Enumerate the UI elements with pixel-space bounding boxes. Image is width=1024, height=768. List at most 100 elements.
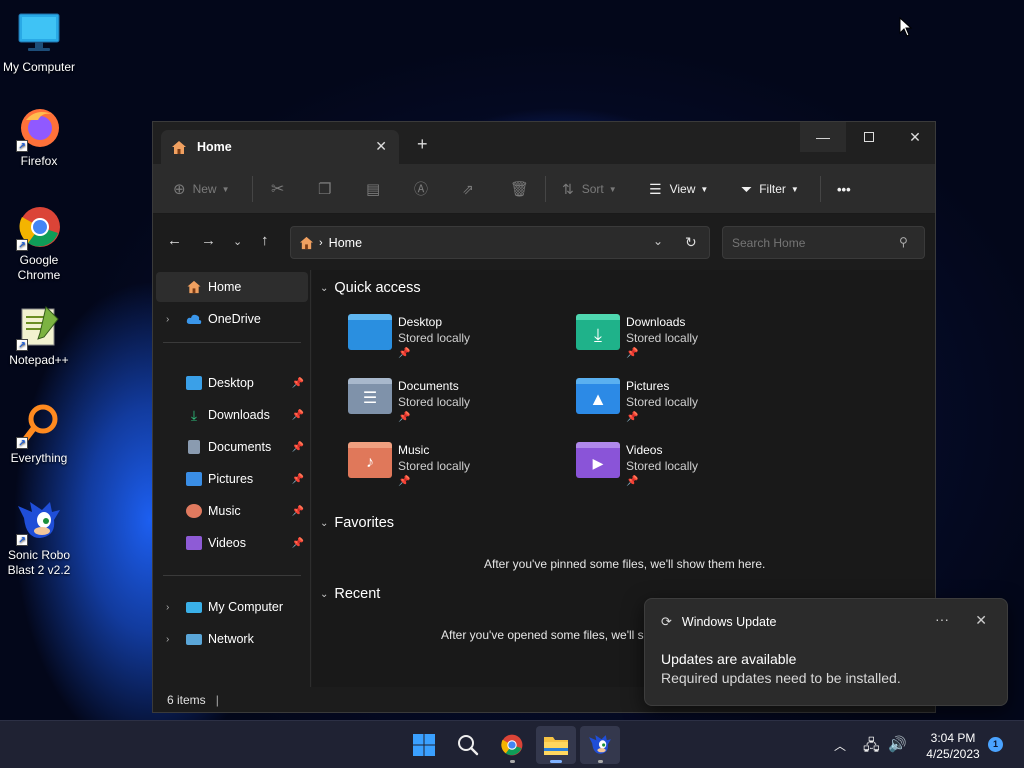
desktop-icon-chrome[interactable]: ↗ Google Chrome: [0, 203, 78, 283]
sidebar-item-label: Network: [208, 632, 254, 646]
minimize-button[interactable]: —: [800, 122, 846, 152]
share-icon: ⇗: [462, 180, 474, 197]
sidebar-item-onedrive[interactable]: › OneDrive: [156, 304, 308, 334]
delete-button[interactable]: 🗑: [510, 179, 529, 199]
pictures-folder-icon: ▲: [576, 378, 620, 414]
search-input[interactable]: [732, 235, 892, 250]
start-button[interactable]: [404, 726, 444, 764]
pin-icon[interactable]: 📌: [292, 410, 304, 421]
paste-button[interactable]: ▤: [366, 179, 380, 199]
sidebar-item-my-computer[interactable]: › My Computer: [156, 592, 308, 622]
refresh-button[interactable]: ↻: [685, 234, 697, 251]
music-icon: [186, 504, 202, 518]
back-button[interactable]: ←: [167, 232, 182, 249]
favorites-header[interactable]: ⌄ Favorites: [320, 515, 394, 531]
sidebar-item-label: Documents: [208, 440, 272, 454]
sidebar-item-downloads[interactable]: ⤓ Downloads 📌: [156, 400, 308, 430]
address-bar[interactable]: › Home ⌄ ↻: [290, 226, 710, 259]
quick-access-item-pictures[interactable]: ▲ Pictures Stored locally 📌: [576, 378, 698, 426]
search-icon: ⚲: [899, 235, 908, 249]
active-indicator: [550, 760, 562, 763]
pin-icon[interactable]: 📌: [292, 378, 304, 389]
desktop-icon-firefox[interactable]: ↗ Firefox: [0, 104, 78, 169]
windows-update-notification[interactable]: ⟳ Windows Update ··· ✕ Updates are avail…: [644, 598, 1008, 706]
pin-icon[interactable]: 📌: [292, 506, 304, 517]
quick-access-header[interactable]: ⌄ Quick access: [320, 280, 421, 296]
sidebar-item-music[interactable]: Music 📌: [156, 496, 308, 526]
search-button[interactable]: [448, 726, 488, 764]
pin-icon[interactable]: 📌: [292, 538, 304, 549]
notification-center-badge[interactable]: 1: [988, 737, 1003, 752]
filter-button[interactable]: ⏷ Filter ▼: [741, 179, 799, 199]
chevron-right-icon[interactable]: ›: [166, 602, 169, 613]
address-history-button[interactable]: ⌄: [653, 234, 663, 248]
sidebar-item-pictures[interactable]: Pictures 📌: [156, 464, 308, 494]
desktop-icon-notepadpp[interactable]: ↗ Notepad++: [0, 303, 78, 368]
sidebar-item-videos[interactable]: Videos 📌: [156, 528, 308, 558]
sidebar-item-label: Home: [208, 280, 242, 294]
item-count: 6 items: [167, 692, 206, 707]
share-button[interactable]: ⇗: [462, 179, 474, 199]
show-hidden-icons-button[interactable]: ︿: [834, 737, 846, 754]
breadcrumb-home[interactable]: Home: [329, 236, 362, 250]
more-options-button[interactable]: •••: [837, 179, 851, 199]
desktop-icon-sonic[interactable]: ↗ Sonic Robo Blast 2 v2.2: [0, 498, 78, 578]
tab-home[interactable]: Home ✕: [161, 130, 399, 164]
new-tab-button[interactable]: +: [417, 134, 428, 155]
quick-access-item-music[interactable]: ♪ Music Stored locally 📌: [348, 442, 470, 490]
cut-button[interactable]: ✂: [271, 179, 284, 199]
quick-access-item-documents[interactable]: ☰ Documents Stored locally 📌: [348, 378, 470, 426]
chevron-down-icon: ▼: [221, 184, 230, 194]
plus-circle-icon: ⊕: [173, 181, 186, 198]
taskbar-file-explorer[interactable]: [536, 726, 576, 764]
arrow-right-icon: →: [201, 232, 216, 249]
network-tray-button[interactable]: 🖧: [863, 735, 880, 760]
quick-access-item-downloads[interactable]: ⤓ Downloads Stored locally 📌: [576, 314, 698, 362]
rename-button[interactable]: Ⓐ: [414, 179, 428, 199]
quick-access-item-desktop[interactable]: Desktop Stored locally 📌: [348, 314, 470, 362]
chevron-right-icon[interactable]: ›: [166, 314, 169, 325]
desktop-icon-my-computer[interactable]: My Computer: [0, 10, 78, 75]
desktop-icon-label: Everything: [10, 451, 68, 465]
chevron-down-icon: ⌄: [320, 517, 329, 529]
close-tab-button[interactable]: ✕: [375, 138, 387, 155]
recent-header[interactable]: ⌄ Recent: [320, 586, 380, 602]
quick-access-item-videos[interactable]: ▶ Videos Stored locally 📌: [576, 442, 698, 490]
taskbar-sonic-robo-blast[interactable]: [580, 726, 620, 764]
volume-tray-button[interactable]: 🔊: [888, 735, 907, 753]
shortcut-arrow-icon: ↗: [16, 339, 28, 351]
new-button[interactable]: ⊕ New ▼: [173, 179, 230, 199]
up-button[interactable]: ↑: [261, 232, 269, 249]
pin-icon[interactable]: 📌: [292, 474, 304, 485]
videos-icon: [186, 536, 202, 550]
sidebar-item-documents[interactable]: Documents 📌: [156, 432, 308, 462]
clock[interactable]: 3:04 PM 4/25/2023: [918, 730, 988, 762]
sidebar-item-label: OneDrive: [208, 312, 261, 326]
taskbar-chrome[interactable]: [492, 726, 532, 764]
sort-button[interactable]: ⇅ Sort ▼: [562, 179, 617, 199]
recent-locations-button[interactable]: ⌄: [233, 235, 242, 248]
maximize-button[interactable]: [846, 122, 892, 152]
search-box[interactable]: ⚲: [722, 226, 925, 259]
chevron-right-icon[interactable]: ›: [166, 634, 169, 645]
sidebar-item-network[interactable]: › Network: [156, 624, 308, 654]
home-icon: [172, 140, 186, 154]
view-button[interactable]: ☰ View ▼: [649, 179, 708, 199]
close-window-button[interactable]: ✕: [892, 122, 938, 152]
notification-more-button[interactable]: ···: [935, 611, 949, 627]
sidebar-item-desktop[interactable]: Desktop 📌: [156, 368, 308, 398]
notification-close-button[interactable]: ✕: [975, 612, 987, 629]
recent-empty-message: After you've opened some files, we'll sh: [441, 628, 651, 642]
desktop-icon-everything[interactable]: ↗ Everything: [0, 401, 78, 466]
pin-icon[interactable]: 📌: [292, 442, 304, 453]
close-icon: ✕: [909, 128, 921, 145]
arrow-left-icon: ←: [167, 232, 182, 249]
sidebar-item-home[interactable]: Home: [156, 272, 308, 302]
forward-button[interactable]: →: [201, 232, 216, 249]
copy-button[interactable]: ❐: [318, 179, 331, 199]
monitor-icon: [186, 601, 202, 613]
item-name: Pictures: [626, 379, 670, 393]
arrow-up-icon: ↑: [261, 232, 269, 249]
clock-date: 4/25/2023: [926, 747, 980, 761]
toolbar-divider: [820, 176, 821, 202]
